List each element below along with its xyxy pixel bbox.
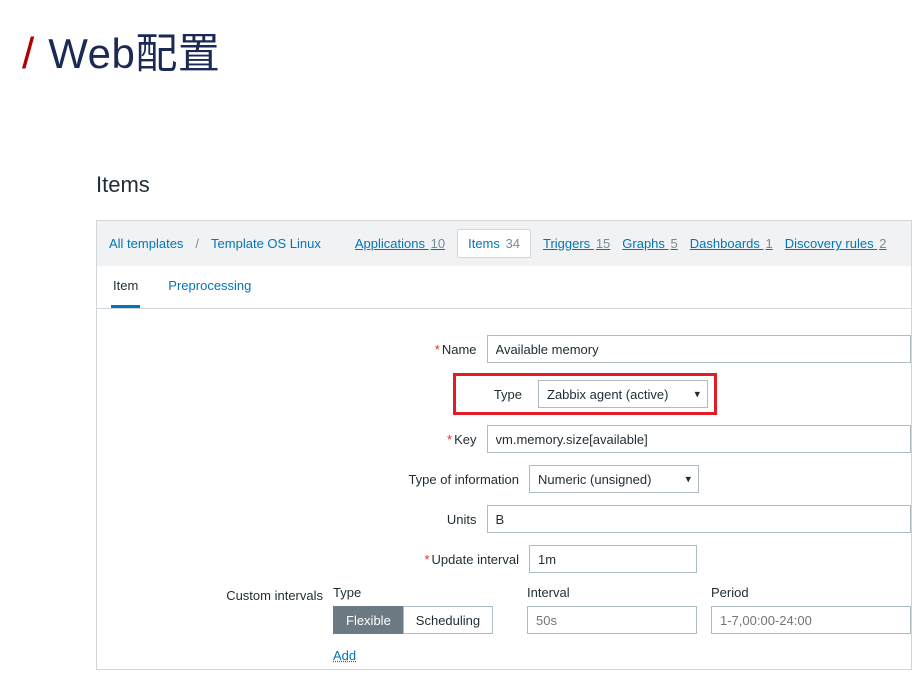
type-highlight-annotation: Type Zabbix agent (active) ▾ <box>453 373 717 415</box>
page-title: Items <box>96 172 912 198</box>
nav-discovery-label: Discovery rules <box>785 236 874 251</box>
label-key: *Key <box>97 432 487 447</box>
nav-items-label: Items <box>468 236 500 251</box>
ci-add-link[interactable]: Add <box>333 648 911 663</box>
nav-discovery-count: 2 <box>879 236 886 251</box>
label-name: *Name <box>97 342 487 357</box>
slide-title: / Web配置 <box>0 0 912 81</box>
select-info-type[interactable]: Numeric (unsigned) <box>529 465 699 493</box>
tab-bar: Item Preprocessing <box>96 266 912 309</box>
ci-flexible-button[interactable]: Flexible <box>333 606 403 634</box>
breadcrumb-template-name[interactable]: Template OS Linux <box>211 236 321 251</box>
nav-graphs-count: 5 <box>671 236 678 251</box>
row-name: *Name <box>97 329 911 369</box>
ci-period-input[interactable] <box>711 606 911 634</box>
custom-intervals-block: Type Interval Period Flexible Scheduling <box>333 585 911 663</box>
select-info-wrap: Numeric (unsigned) ▾ <box>529 465 699 493</box>
zabbix-screenshot-region: Items All templates / Template OS Linux … <box>96 172 912 670</box>
ci-type-segmented: Flexible Scheduling <box>333 606 493 634</box>
row-units: Units <box>97 499 911 539</box>
nav-triggers-label: Triggers <box>543 236 590 251</box>
nav-dashboards-label: Dashboards <box>690 236 760 251</box>
item-form: *Name Type Zabbix agent (active) ▾ *Key … <box>96 309 912 670</box>
nav-items-count: 34 <box>506 236 520 251</box>
nav-applications-label: Applications <box>355 236 425 251</box>
row-type: Type Zabbix agent (active) ▾ <box>97 369 911 419</box>
tab-item[interactable]: Item <box>111 266 140 308</box>
nav-items[interactable]: Items 34 <box>457 229 531 258</box>
input-key[interactable] <box>487 425 911 453</box>
ci-header-type: Type <box>333 585 513 600</box>
input-units[interactable] <box>487 505 911 533</box>
ci-header-period: Period <box>711 585 911 600</box>
row-update-interval: *Update interval <box>97 539 911 579</box>
nav-dashboards-count: 1 <box>766 236 773 251</box>
tab-preprocessing[interactable]: Preprocessing <box>166 266 253 308</box>
title-slash-accent: / <box>22 32 34 76</box>
breadcrumb-all-templates[interactable]: All templates <box>109 236 183 251</box>
label-units: Units <box>97 512 487 527</box>
nav-discovery-rules[interactable]: Discovery rules 2 <box>785 236 887 251</box>
ci-value-row: Flexible Scheduling <box>333 606 911 634</box>
select-type[interactable]: Zabbix agent (active) <box>538 380 708 408</box>
input-update-interval[interactable] <box>529 545 697 573</box>
select-type-wrap: Zabbix agent (active) ▾ <box>538 380 708 408</box>
host-menu: All templates / Template OS Linux Applic… <box>96 220 912 266</box>
ci-header-interval: Interval <box>527 585 697 600</box>
ci-interval-input[interactable] <box>527 606 697 634</box>
row-info-type: Type of information Numeric (unsigned) ▾ <box>97 459 911 499</box>
ci-header-row: Type Interval Period <box>333 585 911 600</box>
slide-title-text: Web配置 <box>48 20 220 81</box>
nav-applications-count: 10 <box>431 236 445 251</box>
nav-graphs-label: Graphs <box>622 236 665 251</box>
input-name[interactable] <box>487 335 911 363</box>
label-custom-intervals: Custom intervals <box>97 585 333 603</box>
nav-triggers[interactable]: Triggers 15 <box>543 236 610 251</box>
label-update-interval: *Update interval <box>97 552 529 567</box>
row-custom-intervals: Custom intervals Type Interval Period Fl… <box>97 579 911 669</box>
label-type: Type <box>462 387 528 402</box>
nav-graphs[interactable]: Graphs 5 <box>622 236 678 251</box>
breadcrumb-separator: / <box>195 236 199 251</box>
nav-triggers-count: 15 <box>596 236 610 251</box>
row-key: *Key <box>97 419 911 459</box>
nav-dashboards[interactable]: Dashboards 1 <box>690 236 773 251</box>
nav-applications[interactable]: Applications 10 <box>355 236 445 251</box>
label-info-type: Type of information <box>97 472 529 487</box>
ci-scheduling-button[interactable]: Scheduling <box>403 606 493 634</box>
